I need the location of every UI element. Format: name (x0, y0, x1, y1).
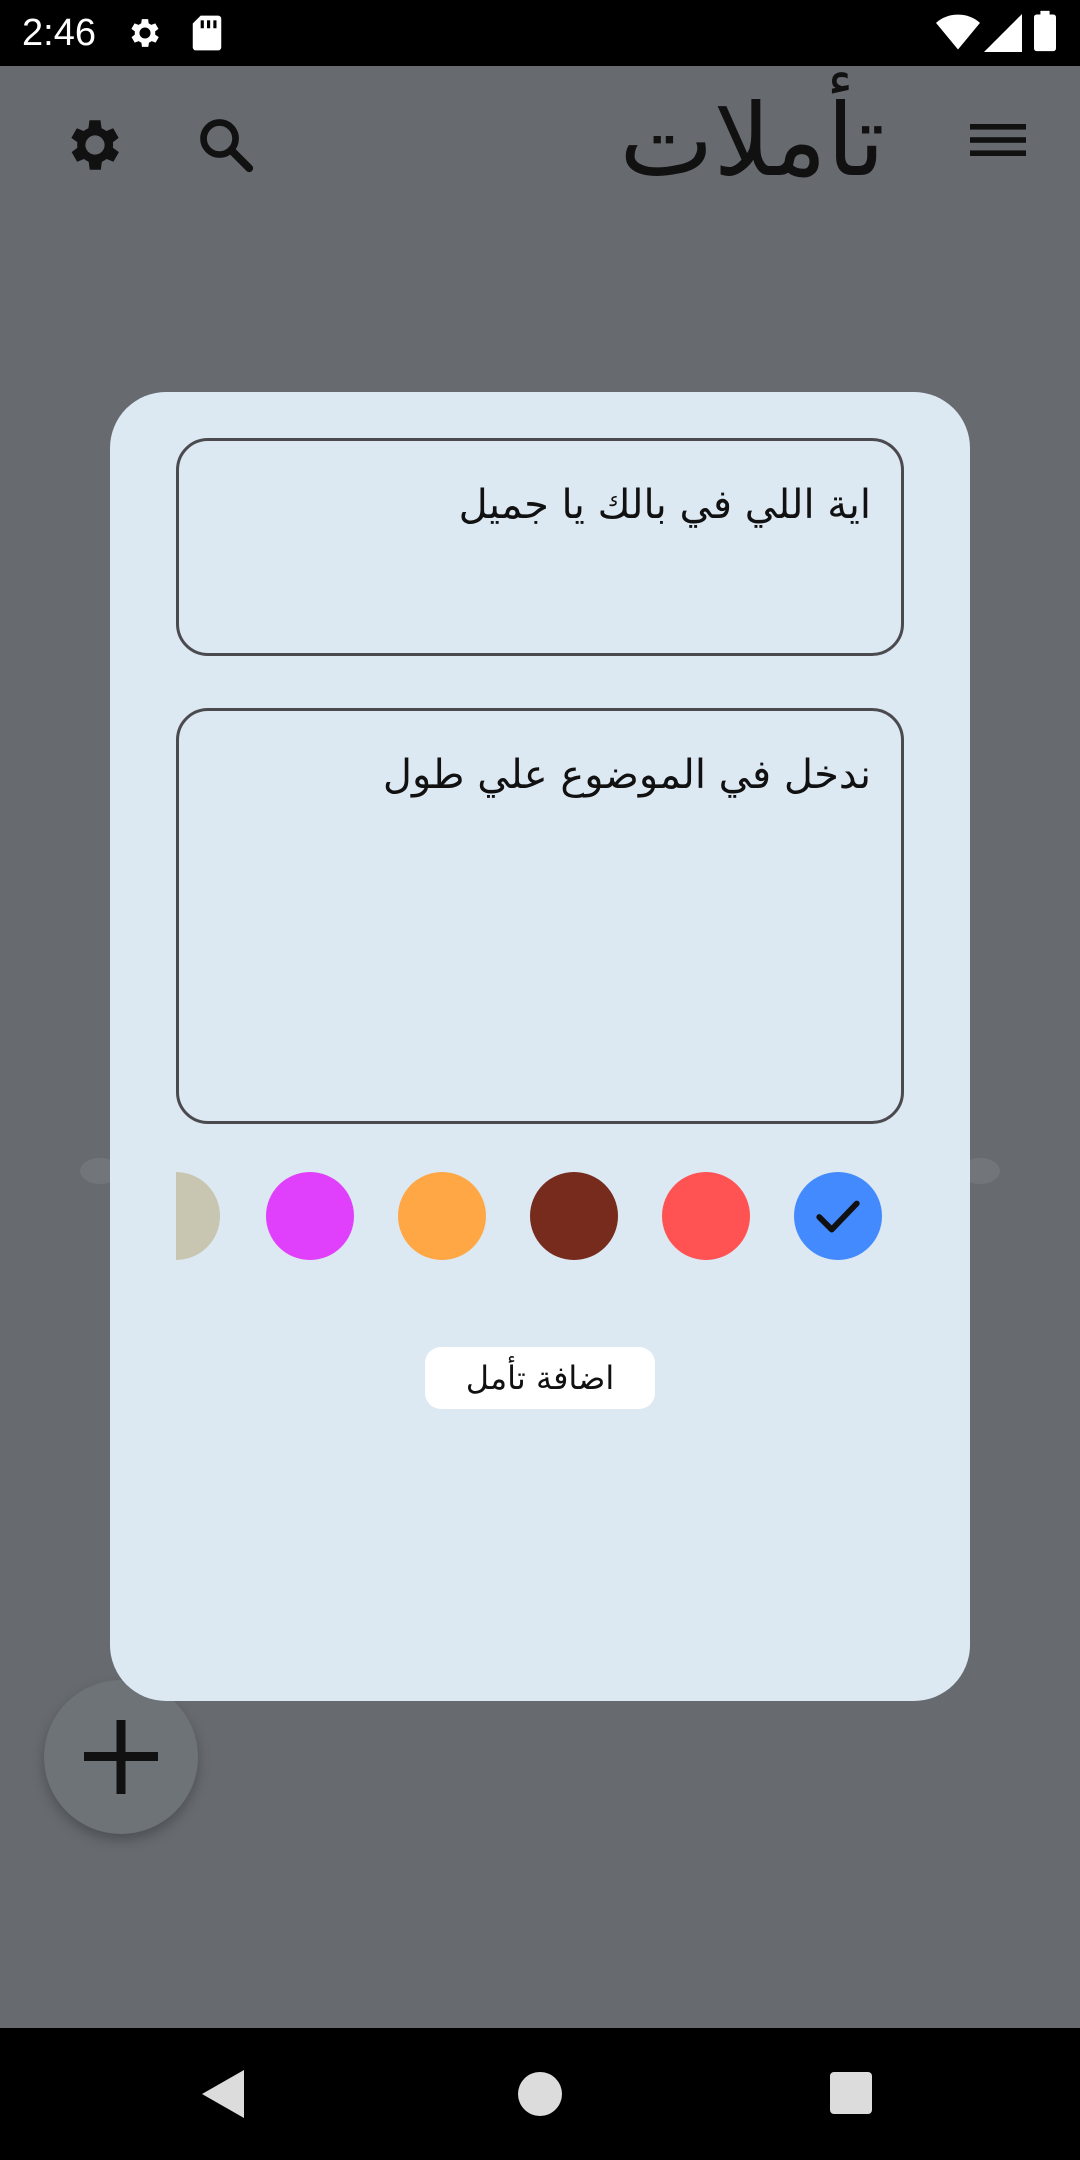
color-swatch-brown[interactable] (530, 1172, 618, 1260)
recents-icon[interactable] (830, 2072, 872, 2118)
search-button[interactable] (195, 114, 257, 176)
status-bar: 2:46 (0, 0, 1080, 66)
home-icon[interactable] (518, 2072, 562, 2120)
settings-button[interactable] (62, 112, 128, 178)
hamburger-menu-icon (970, 124, 1026, 164)
title-input[interactable]: اية اللي في بالك يا جميل (176, 438, 904, 656)
gear-icon (62, 120, 128, 182)
app-bar: تأملات (0, 66, 1080, 216)
battery-icon (1034, 10, 1056, 56)
gear-icon (126, 14, 164, 56)
sd-card-icon (190, 14, 224, 56)
add-note-fab[interactable] (44, 1680, 198, 1834)
color-picker (176, 1172, 904, 1264)
color-swatch-red[interactable] (662, 1172, 750, 1260)
signal-icon (984, 14, 1022, 56)
navigation-bar (0, 2028, 1080, 2160)
add-reflection-button[interactable]: اضافة تأمل (425, 1347, 655, 1409)
color-swatch-orange[interactable] (398, 1172, 486, 1260)
menu-button[interactable] (970, 120, 1036, 170)
wifi-icon (936, 14, 980, 56)
search-icon (195, 119, 257, 180)
body-input[interactable]: ندخل في الموضوع علي طول (176, 708, 904, 1124)
plus-icon (44, 1720, 198, 1838)
add-reflection-dialog: اية اللي في بالك يا جميل ندخل في الموضوع… (110, 392, 970, 1701)
back-icon[interactable] (200, 2068, 248, 2124)
page-title: تأملات (619, 82, 885, 199)
color-swatch-magenta[interactable] (266, 1172, 354, 1260)
status-time: 2:46 (22, 12, 96, 54)
color-swatch-beige[interactable] (176, 1172, 220, 1260)
color-swatch-blue[interactable] (794, 1172, 882, 1260)
